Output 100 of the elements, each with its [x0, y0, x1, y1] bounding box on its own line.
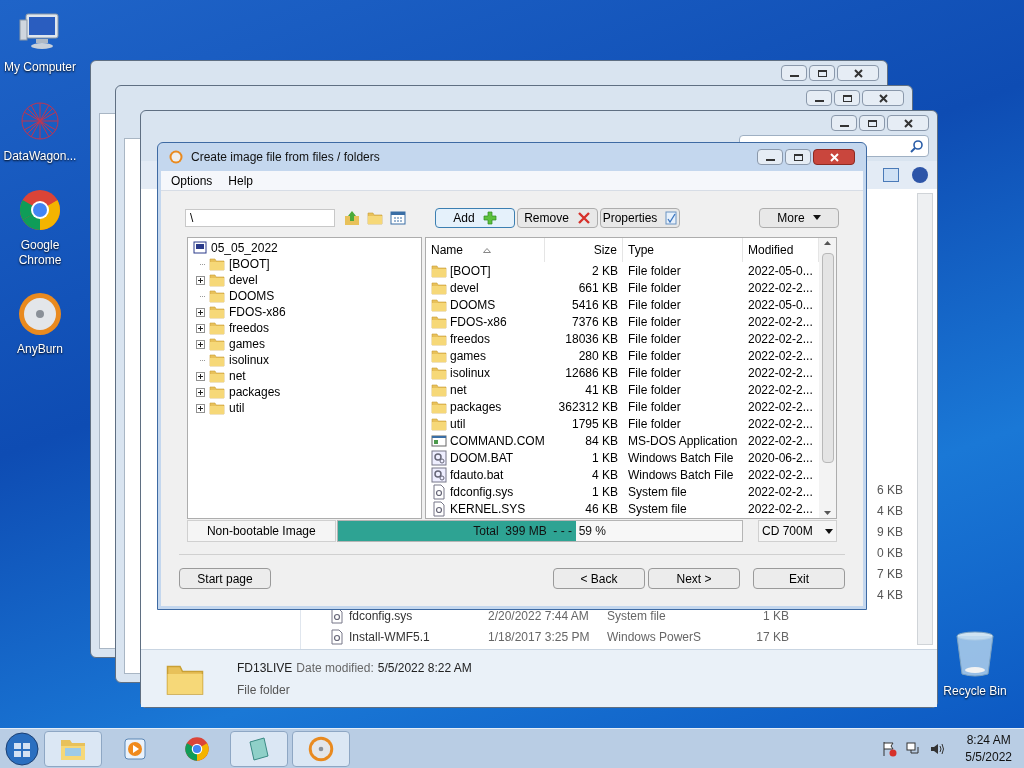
folder-up-icon[interactable]	[344, 209, 360, 226]
remove-button[interactable]: Remove	[517, 207, 598, 228]
maximize-button[interactable]	[809, 65, 835, 81]
date-cell-text: 2022-02-2...	[747, 330, 814, 348]
minimize-button[interactable]	[831, 115, 857, 131]
file-name[interactable]: freedos	[450, 329, 491, 348]
tree-item[interactable]: [BOOT]	[229, 255, 270, 273]
expand-toggle[interactable]	[196, 275, 205, 285]
tree-item[interactable]: freedos	[229, 319, 270, 337]
column-header[interactable]: Name	[426, 238, 545, 262]
minimize-button[interactable]	[781, 65, 807, 81]
preview-pane-icon[interactable]	[883, 168, 899, 182]
system-file-icon	[329, 607, 345, 624]
next-button[interactable]: Next >	[648, 568, 740, 589]
exit-button[interactable]: Exit	[753, 568, 845, 589]
folder-icon	[431, 381, 447, 398]
date-cell-text: 2022-02-2...	[747, 364, 814, 382]
file-name[interactable]: KERNEL.SYS	[450, 499, 526, 518]
file-name[interactable]: DOOMS	[450, 295, 496, 314]
tree-item[interactable]: packages	[229, 383, 281, 401]
type-cell-text: Windows Batch File	[627, 449, 735, 467]
close-button[interactable]	[837, 65, 879, 81]
menu-item[interactable]: Options	[165, 171, 219, 190]
more-button[interactable]: More	[759, 207, 839, 228]
properties-button[interactable]: Properties	[600, 207, 680, 228]
file-name[interactable]: isolinux	[450, 363, 491, 382]
column-header[interactable]: Type	[623, 238, 743, 262]
tree-item[interactable]: games	[229, 335, 266, 353]
desktop-icon-label[interactable]: AnyBurn	[17, 342, 63, 357]
file-name[interactable]: util	[450, 414, 466, 433]
add-button[interactable]: Add	[435, 207, 515, 228]
date-cell-text: 2020-06-2...	[747, 449, 814, 467]
expand-toggle[interactable]	[196, 323, 205, 333]
file-name[interactable]: fdauto.bat	[450, 465, 504, 484]
clock-time[interactable]: 8:24 AM	[966, 731, 1011, 749]
folder-icon	[431, 279, 447, 296]
minimize-button[interactable]	[806, 90, 832, 106]
expand-toggle[interactable]	[196, 307, 205, 317]
maximize-button[interactable]	[785, 149, 811, 165]
recycle-bin-icon	[955, 630, 995, 678]
date-cell-text: 2022-02-2...	[747, 432, 814, 450]
type-cell-text: File folder	[627, 381, 682, 399]
start-page-button[interactable]: Start page	[179, 568, 271, 589]
expand-toggle[interactable]	[196, 339, 205, 349]
file-name[interactable]: devel	[450, 278, 479, 297]
file-name[interactable]: Install-WMF5.1	[349, 627, 430, 646]
close-button[interactable]	[887, 115, 929, 131]
file-name[interactable]: COMMAND.COM	[450, 431, 545, 450]
maximize-button[interactable]	[834, 90, 860, 106]
scroll-down-icon[interactable]	[824, 511, 831, 515]
tree-item[interactable]: 05_05_2022	[211, 239, 278, 257]
menu-item[interactable]: Help	[222, 171, 260, 190]
size-cell-text: 4 KB	[877, 502, 903, 520]
minimize-button[interactable]	[757, 149, 783, 165]
file-name[interactable]: FDOS-x86	[450, 312, 507, 331]
folder-icon	[431, 313, 447, 330]
desktop-icon-label[interactable]: DataWagon...	[3, 149, 77, 164]
tree-item[interactable]: isolinux	[229, 351, 270, 369]
network-icon[interactable]	[905, 740, 922, 757]
expand-toggle[interactable]	[196, 371, 205, 381]
type-cell-text: File folder	[627, 296, 682, 314]
column-header[interactable]: Size	[545, 238, 623, 262]
folder-icon	[209, 304, 225, 320]
file-name[interactable]: fdconfig.sys	[450, 482, 514, 501]
date-cell-text: 2022-02-2...	[747, 279, 814, 297]
flag-icon[interactable]	[881, 740, 898, 757]
path-field[interactable]: \	[185, 208, 335, 227]
tree-item[interactable]: devel	[229, 271, 258, 289]
tree-item[interactable]: FDOS-x86	[229, 303, 286, 321]
date-cell-text: 2022-02-2...	[747, 483, 814, 501]
date-cell-text: 2022-02-2...	[747, 466, 814, 484]
type-cell-text: System file	[627, 500, 688, 518]
folder-icon	[431, 364, 447, 381]
tree-item[interactable]: net	[229, 367, 246, 385]
file-name[interactable]: games	[450, 346, 487, 365]
media-size-dropdown[interactable]: CD 700M	[757, 520, 837, 542]
tree-item[interactable]: util	[229, 399, 245, 417]
maximize-button[interactable]	[859, 115, 885, 131]
size-cell-text: 1795 KB	[570, 415, 619, 433]
file-name[interactable]: net	[450, 380, 467, 399]
expand-toggle[interactable]	[196, 387, 205, 397]
file-name[interactable]: DOOM.BAT	[450, 448, 514, 467]
expand-toggle[interactable]	[196, 403, 205, 413]
close-button[interactable]	[813, 149, 855, 165]
date-cell-text: 2022-02-2...	[747, 415, 814, 433]
file-name[interactable]: [BOOT]	[450, 261, 491, 280]
size-cell-text: 17 KB	[755, 628, 789, 646]
file-name[interactable]: fdconfig.sys	[349, 606, 413, 625]
desktop-icon-label[interactable]: Google Chrome	[0, 238, 80, 268]
back-button[interactable]: < Back	[553, 568, 645, 589]
scroll-up-icon[interactable]	[824, 241, 831, 245]
grid-view-icon[interactable]	[390, 209, 406, 226]
clock-date[interactable]: 5/5/2022	[965, 748, 1012, 766]
desktop-icon-label[interactable]: My Computer	[4, 60, 76, 75]
desktop-icon-label[interactable]: Recycle Bin	[943, 682, 1007, 700]
tree-item[interactable]: DOOMS	[229, 287, 275, 305]
file-name[interactable]: packages	[450, 397, 502, 416]
close-button[interactable]	[862, 90, 904, 106]
start-button[interactable]	[4, 730, 40, 767]
type-cell-text: File folder	[627, 279, 682, 297]
